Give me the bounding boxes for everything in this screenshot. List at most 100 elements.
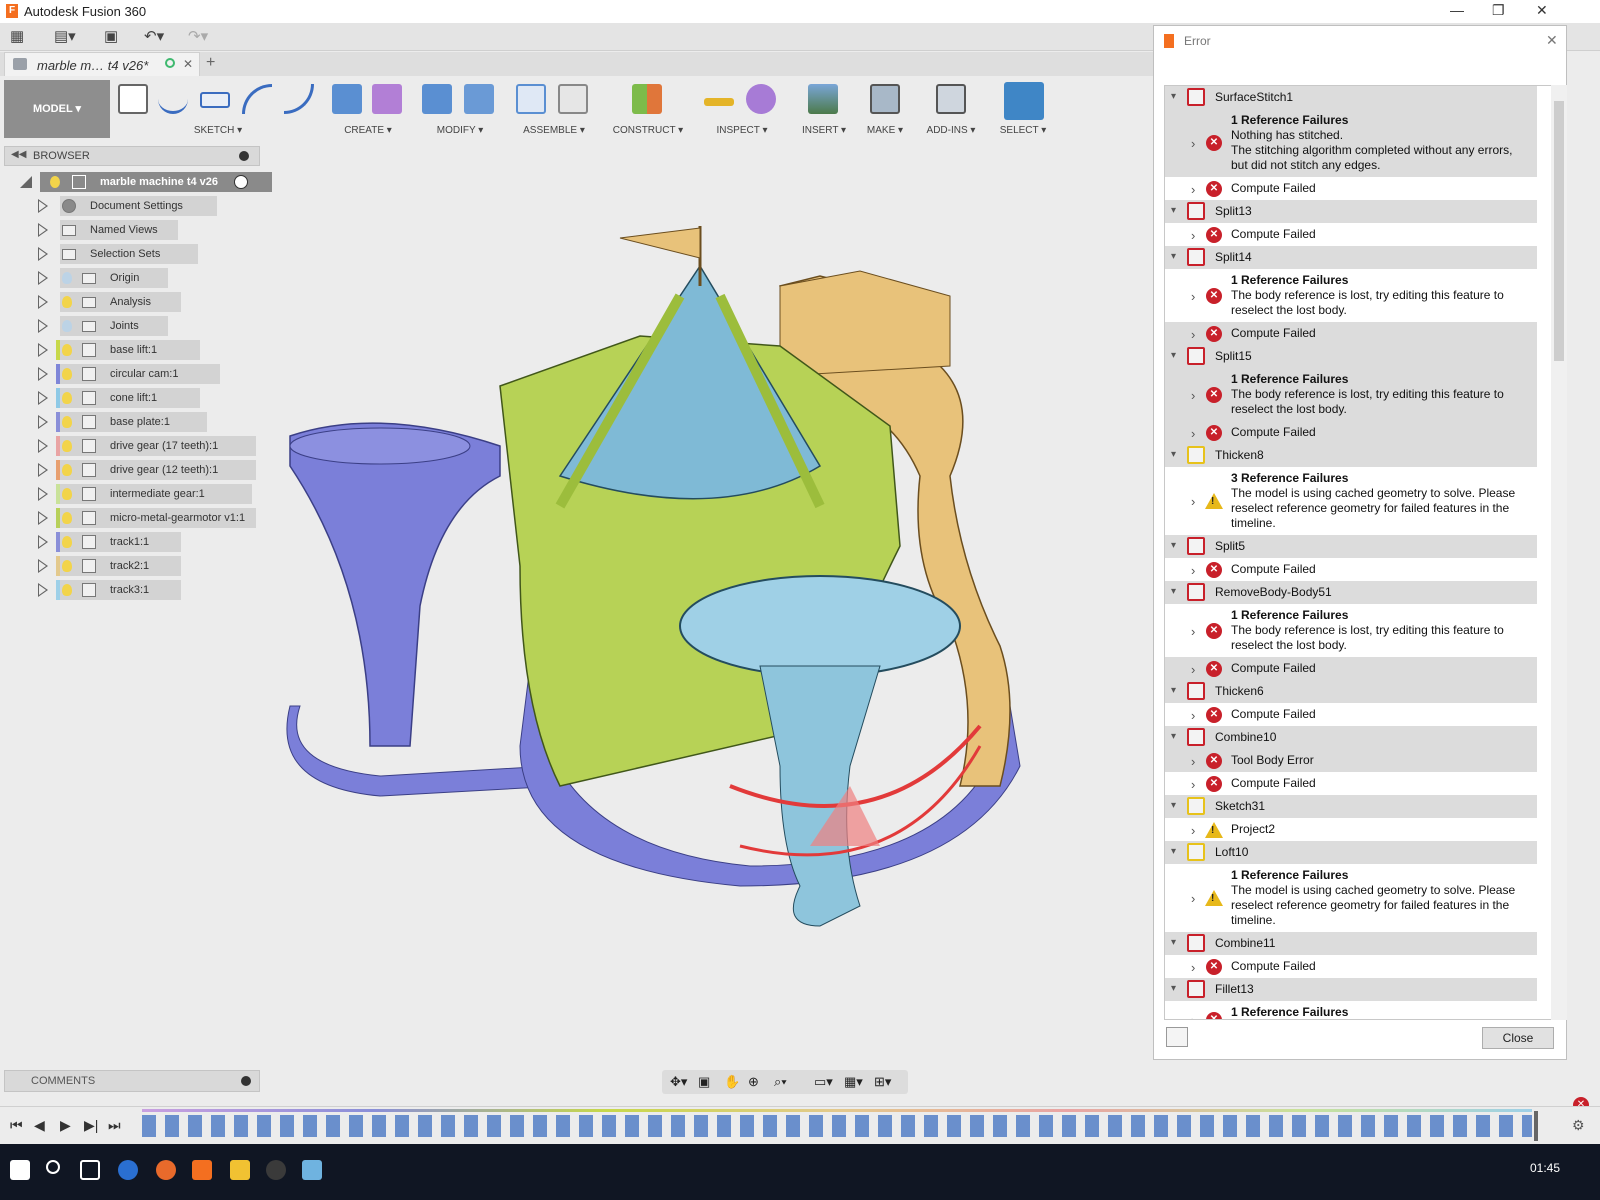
expand-chevron-icon[interactable]: › [1191, 708, 1195, 723]
browser-item[interactable]: Joints [38, 316, 260, 336]
task-view-icon[interactable] [80, 1160, 100, 1180]
modify-group[interactable]: MODIFY ▾ [418, 80, 502, 138]
display-settings-icon[interactable]: ▭▾ [814, 1074, 833, 1090]
app-taskbar-icon[interactable] [266, 1160, 286, 1180]
viewports-icon[interactable]: ⊞▾ [874, 1074, 891, 1090]
create-sketch-icon[interactable] [118, 84, 148, 114]
browser-item[interactable]: cone lift:1 [38, 388, 260, 408]
construct-group[interactable]: CONSTRUCT ▾ [606, 80, 690, 138]
new-component-icon[interactable] [516, 84, 546, 114]
timeline-next-icon[interactable]: ▶| [84, 1117, 98, 1134]
collapse-chevron-icon[interactable]: ▾ [1171, 685, 1176, 696]
maximize-button[interactable]: ❐ [1492, 2, 1505, 19]
insert-group[interactable]: INSERT ▾ [796, 80, 852, 138]
feature-row[interactable]: ▾ RemoveBody-Body51 [1165, 581, 1537, 604]
expand-chevron-icon[interactable]: › [1191, 891, 1195, 906]
timeline-marker[interactable] [1534, 1111, 1538, 1141]
extrude-icon[interactable] [332, 84, 362, 114]
firefox-icon[interactable] [156, 1160, 176, 1180]
browser-item[interactable]: base plate:1 [38, 412, 260, 432]
visibility-bulb-icon[interactable] [62, 560, 72, 572]
collapse-chevron-icon[interactable]: ▾ [1171, 449, 1176, 460]
collapse-chevron-icon[interactable]: ▾ [1171, 586, 1176, 597]
feature-row[interactable]: ▾ Split5 [1165, 535, 1537, 558]
warning-message-row[interactable]: ›! 3 Reference Failures The model is using… [1165, 467, 1537, 535]
save-icon[interactable]: ▣ [104, 27, 118, 47]
browser-item[interactable]: micro-metal-gearmotor v1:1 [38, 508, 260, 528]
browser-item[interactable]: circular cam:1 [38, 364, 260, 384]
collapse-chevron-icon[interactable]: ▾ [1171, 937, 1176, 948]
collapse-chevron-icon[interactable]: ▾ [1171, 731, 1176, 742]
collapse-chevron-icon[interactable]: ▾ [1171, 350, 1176, 361]
expand-chevron-icon[interactable]: › [1191, 960, 1195, 975]
warning-message-row[interactable]: ›! 1 Reference Failures The model is using… [1165, 864, 1537, 932]
error-message-row[interactable]: › ✕ 1 Reference Failures Nothing has stitch… [1165, 109, 1537, 177]
visibility-bulb-icon[interactable] [62, 320, 72, 332]
search-icon[interactable] [46, 1160, 60, 1174]
close-dialog-icon[interactable]: ✕ [1546, 32, 1558, 49]
browser-item[interactable]: Analysis [38, 292, 260, 312]
root-collapse-icon[interactable] [20, 176, 32, 188]
expand-arrow-icon[interactable] [38, 223, 48, 237]
make-group[interactable]: MAKE ▾ [858, 80, 912, 138]
combine-icon[interactable] [464, 84, 494, 114]
model-viewport[interactable] [260, 146, 1152, 1086]
form-icon[interactable] [372, 84, 402, 114]
press-pull-icon[interactable] [422, 84, 452, 114]
error-message-row[interactable]: › ✕ Compute Failed [1165, 657, 1537, 680]
add-ins-group[interactable]: ADD-INS ▾ [918, 80, 984, 138]
expand-arrow-icon[interactable] [38, 343, 48, 357]
interference-icon[interactable] [746, 84, 776, 114]
expand-arrow-icon[interactable] [38, 559, 48, 573]
visibility-bulb-icon[interactable] [50, 176, 60, 188]
feature-row[interactable]: ▾ Fillet13 [1165, 978, 1537, 1001]
browser-item[interactable]: drive gear (17 teeth):1 [38, 436, 260, 456]
error-message-row[interactable]: › ✕ Compute Failed [1165, 322, 1537, 345]
timeline-first-icon[interactable]: ⏮ [10, 1117, 23, 1134]
minimize-button[interactable]: — [1450, 2, 1464, 18]
feature-row[interactable]: ▾ Combine11 [1165, 932, 1537, 955]
browser-item[interactable]: Origin [38, 268, 260, 288]
error-message-row[interactable]: › ✕ Tool Body Error [1165, 749, 1537, 772]
expand-chevron-icon[interactable]: › [1191, 494, 1195, 509]
expand-chevron-icon[interactable]: › [1191, 289, 1195, 304]
browser-item[interactable]: Selection Sets [38, 244, 260, 264]
expand-arrow-icon[interactable] [38, 463, 48, 477]
expand-arrow-icon[interactable] [38, 295, 48, 309]
browser-item[interactable]: drive gear (12 teeth):1 [38, 460, 260, 480]
warning-message-row[interactable]: ›! Project2 [1165, 818, 1537, 841]
assemble-group[interactable]: ASSEMBLE ▾ [512, 80, 596, 138]
visibility-bulb-icon[interactable] [62, 512, 72, 524]
collapse-chevron-icon[interactable]: ▾ [1171, 205, 1176, 216]
grid-settings-icon[interactable]: ▦▾ [844, 1074, 863, 1090]
expand-arrow-icon[interactable] [38, 247, 48, 261]
browser-item[interactable]: base lift:1 [38, 340, 260, 360]
rectangle-icon[interactable] [200, 92, 230, 108]
sketch-group[interactable]: SKETCH ▾ [114, 80, 322, 138]
collapse-chevron-icon[interactable]: ▾ [1171, 983, 1176, 994]
error-message-row[interactable]: › ✕ 1 Reference Failures The body reference… [1165, 604, 1537, 657]
activate-radio-icon[interactable] [234, 175, 248, 189]
error-message-row[interactable]: › ✕ 1 Reference Failures The body reference… [1165, 368, 1537, 421]
timeline-last-icon[interactable]: ⏭ [108, 1117, 121, 1134]
error-list-scrollbar[interactable] [1551, 85, 1567, 1020]
collapse-chevron-icon[interactable]: ▾ [1171, 251, 1176, 262]
close-button[interactable]: Close [1482, 1027, 1554, 1049]
expand-chevron-icon[interactable]: › [1191, 136, 1195, 151]
select-icon[interactable] [1004, 82, 1044, 120]
undo-icon[interactable]: ↶▾ [144, 27, 164, 47]
timeline-prev-icon[interactable]: ◀ [34, 1117, 45, 1134]
chrome-icon[interactable] [118, 1160, 138, 1180]
visibility-bulb-icon[interactable] [62, 392, 72, 404]
visibility-bulb-icon[interactable] [62, 584, 72, 596]
expand-arrow-icon[interactable] [38, 367, 48, 381]
collapse-chevron-icon[interactable]: ▾ [1171, 91, 1176, 102]
expand-chevron-icon[interactable]: › [1191, 388, 1195, 403]
timeline-play-icon[interactable]: ▶ [60, 1117, 71, 1134]
expand-chevron-icon[interactable]: › [1191, 777, 1195, 792]
offset-plane-icon[interactable] [632, 84, 662, 114]
feature-row[interactable]: ▾ Split15 [1165, 345, 1537, 368]
copy-to-clipboard-icon[interactable] [1166, 1027, 1188, 1047]
expand-arrow-icon[interactable] [38, 511, 48, 525]
error-message-row[interactable]: › ✕ Compute Failed [1165, 421, 1537, 444]
